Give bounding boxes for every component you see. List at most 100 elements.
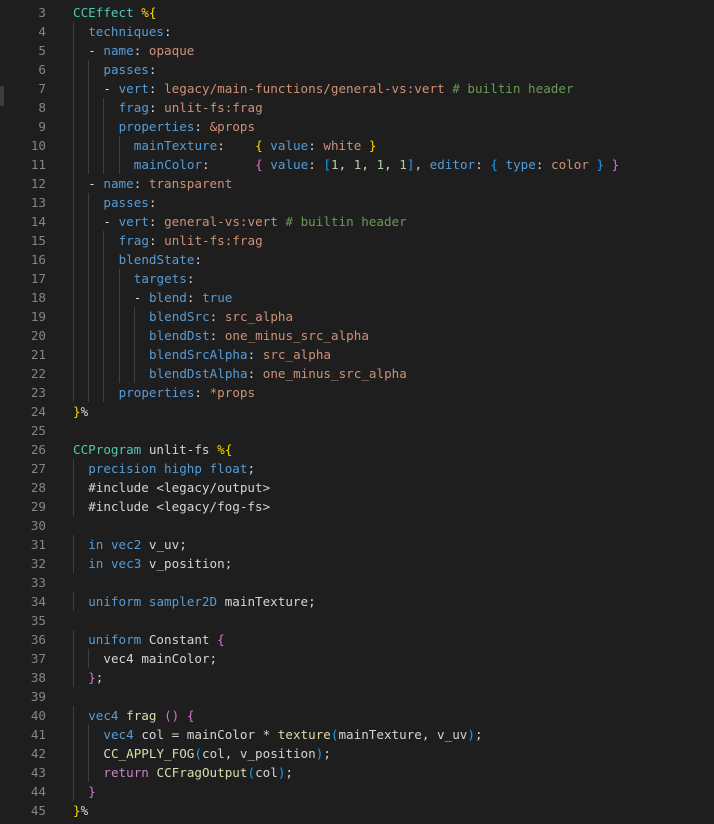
code-line[interactable]: 5 - name: opaque bbox=[0, 41, 714, 60]
code-token: } bbox=[588, 157, 605, 172]
code-line[interactable]: 22 blendDstAlpha: one_minus_src_alpha bbox=[0, 364, 714, 383]
code-line[interactable]: 10 mainTexture: { value: white } bbox=[0, 136, 714, 155]
code-text: blendSrcAlpha: src_alpha bbox=[149, 345, 331, 364]
code-line[interactable]: 32 in vec3 v_position; bbox=[0, 554, 714, 573]
code-token: blendDst bbox=[149, 328, 210, 343]
code-line[interactable]: 8 frag: unlit-fs:frag bbox=[0, 98, 714, 117]
indent-guide bbox=[88, 212, 90, 231]
code-text: blendDst: one_minus_src_alpha bbox=[149, 326, 369, 345]
code-text: - name: opaque bbox=[88, 41, 194, 60]
code-line[interactable]: 12 - name: transparent bbox=[0, 174, 714, 193]
line-number: 5 bbox=[38, 43, 46, 58]
line-number: 9 bbox=[38, 119, 46, 134]
code-token: { bbox=[217, 632, 225, 647]
code-line[interactable]: 9 properties: &props bbox=[0, 117, 714, 136]
indent-guide bbox=[103, 364, 105, 383]
code-token: frag bbox=[126, 708, 157, 723]
code-text: frag: unlit-fs:frag bbox=[119, 231, 263, 250]
code-line[interactable]: 40 vec4 frag () { bbox=[0, 706, 714, 725]
code-line[interactable]: 20 blendDst: one_minus_src_alpha bbox=[0, 326, 714, 345]
code-line[interactable]: 7 - vert: legacy/main-functions/general-v… bbox=[0, 79, 714, 98]
code-line[interactable]: 31 in vec2 v_uv; bbox=[0, 535, 714, 554]
code-editor[interactable]: 3 CCEffect %{4 techniques: 5 - name: opaque 6… bbox=[0, 0, 714, 824]
code-line[interactable]: 24}% bbox=[0, 402, 714, 421]
code-line[interactable]: 42 CC_APPLY_FOG(col, v_position); bbox=[0, 744, 714, 763]
code-line[interactable]: 17 targets: bbox=[0, 269, 714, 288]
code-line[interactable]: 30 bbox=[0, 516, 714, 535]
code-line[interactable]: 37 vec4 mainColor; bbox=[0, 649, 714, 668]
code-line[interactable]: 4 techniques: bbox=[0, 22, 714, 41]
code-token: targets bbox=[133, 271, 187, 286]
code-line[interactable]: 13 passes: bbox=[0, 193, 714, 212]
code-line[interactable]: 14 - vert: general-vs:vert # builtin head… bbox=[0, 212, 714, 231]
code-line[interactable]: 21 blendSrcAlpha: src_alpha bbox=[0, 345, 714, 364]
code-line[interactable]: 19 blendSrc: src_alpha bbox=[0, 307, 714, 326]
code-line[interactable]: 44} bbox=[0, 782, 714, 801]
indent-guide bbox=[88, 60, 90, 79]
code-token: % bbox=[80, 803, 89, 818]
code-line[interactable]: 25 bbox=[0, 421, 714, 440]
indent-guide bbox=[88, 231, 90, 250]
code-line[interactable]: 16 blendState: bbox=[0, 250, 714, 269]
code-token: unlit-fs:frag bbox=[164, 233, 263, 248]
indent-guide bbox=[73, 193, 74, 212]
code-line[interactable]: 35 bbox=[0, 611, 714, 630]
code-line[interactable]: 26 CCProgram unlit-fs %{ bbox=[0, 440, 714, 459]
code-token: one_minus_src_alpha bbox=[262, 366, 407, 381]
code-line[interactable]: 41 vec4 col = mainColor * texture(mainTex… bbox=[0, 725, 714, 744]
code-token: Constant bbox=[141, 632, 218, 647]
code-line[interactable]: 28 #include <legacy/output> bbox=[0, 478, 714, 497]
code-token: } bbox=[604, 157, 620, 172]
indent-guide bbox=[73, 630, 74, 649]
code-line[interactable]: 3 CCEffect %{ bbox=[0, 3, 714, 22]
indent-guide bbox=[73, 649, 74, 668]
code-line[interactable]: 39 bbox=[0, 687, 714, 706]
code-token: vec4 bbox=[88, 708, 119, 723]
code-token: : bbox=[148, 195, 157, 210]
code-line[interactable]: 29 #include <legacy/fog-fs> bbox=[0, 497, 714, 516]
code-token: name bbox=[103, 43, 134, 58]
code-token: in bbox=[88, 556, 104, 571]
code-token: 1 bbox=[399, 157, 407, 172]
line-number: 18 bbox=[30, 290, 46, 305]
code-token: : bbox=[217, 138, 256, 153]
code-token: %{ bbox=[217, 442, 233, 457]
line-number: 15 bbox=[30, 233, 46, 248]
code-token: sampler2D bbox=[148, 594, 218, 609]
code-line[interactable]: 45}% bbox=[0, 801, 714, 820]
code-line[interactable]: 18 - blend: true bbox=[0, 288, 714, 307]
code-token: editor bbox=[429, 157, 476, 172]
code-line[interactable]: 43 return CCFragOutput(col); bbox=[0, 763, 714, 782]
code-token: properties bbox=[118, 119, 195, 134]
indent-guide bbox=[118, 155, 120, 174]
code-line[interactable]: 38}; bbox=[0, 668, 714, 687]
code-line[interactable]: 11 mainColor: { value: [1, 1, 1, 1], edit… bbox=[0, 155, 714, 174]
code-line[interactable]: 34 uniform sampler2D mainTexture; bbox=[0, 592, 714, 611]
line-number: 22 bbox=[30, 366, 46, 381]
code-token: passes bbox=[103, 62, 149, 77]
code-line[interactable]: 23 properties: *props bbox=[0, 383, 714, 402]
code-token: %{ bbox=[141, 5, 157, 20]
indent-guide bbox=[73, 459, 74, 478]
code-line[interactable]: 36 uniform Constant { bbox=[0, 630, 714, 649]
code-line[interactable]: 33 bbox=[0, 573, 714, 592]
code-text: #include <legacy/fog-fs> bbox=[88, 497, 270, 516]
code-token: mainColor bbox=[133, 157, 203, 172]
indent-guide bbox=[73, 782, 74, 801]
indent-guide bbox=[103, 155, 105, 174]
indent-guide bbox=[103, 250, 105, 269]
code-token: : bbox=[148, 233, 165, 248]
code-line[interactable]: 15 frag: unlit-fs:frag bbox=[0, 231, 714, 250]
line-number: 23 bbox=[30, 385, 46, 400]
code-line[interactable]: 6 passes: bbox=[0, 60, 714, 79]
indent-guide bbox=[73, 535, 74, 554]
code-token: blendSrc bbox=[149, 309, 210, 324]
code-token: ; bbox=[247, 461, 256, 476]
code-line[interactable]: 27 precision highp float; bbox=[0, 459, 714, 478]
indent-guide bbox=[73, 744, 74, 763]
code-text: uniform Constant { bbox=[88, 630, 225, 649]
code-token: vec2 bbox=[110, 537, 142, 552]
indent-guide bbox=[118, 269, 120, 288]
